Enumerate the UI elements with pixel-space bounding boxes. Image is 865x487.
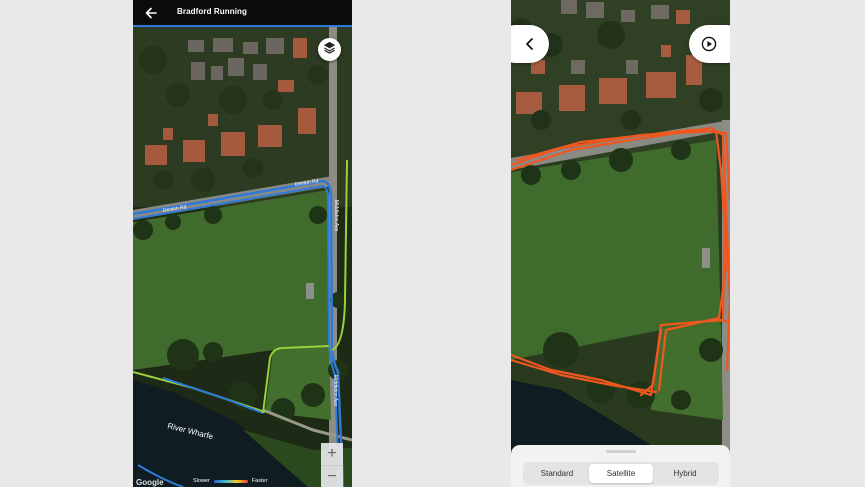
play-route-button[interactable]	[689, 25, 730, 63]
speed-gradient-bar	[213, 479, 248, 483]
map-layers-button[interactable]	[318, 38, 341, 61]
google-attribution: Google	[136, 478, 164, 487]
road-label-middleton-upper: Middleton Ave	[333, 200, 339, 232]
map-type-sheet: Standard Satellite Hybrid	[511, 445, 730, 487]
arrow-left-icon[interactable]	[142, 4, 160, 22]
app-header: Bradford Running	[133, 0, 352, 27]
map-type-hybrid[interactable]: Hybrid	[653, 464, 717, 483]
map-type-selector: Standard Satellite Hybrid	[523, 462, 719, 485]
play-circle-icon	[701, 36, 717, 52]
speed-legend: Slower Faster	[193, 475, 267, 487]
page-title: Bradford Running	[177, 7, 248, 16]
sheet-handle[interactable]	[606, 450, 636, 453]
left-screenshot: Denton Rd Denton Rd Middleton Ave Middle…	[133, 0, 352, 487]
chevron-left-icon	[523, 37, 537, 51]
legend-slower-label: Slower	[193, 478, 210, 484]
right-screenshot: Standard Satellite Hybrid	[511, 0, 730, 487]
road-label-middleton-lower: Middleton Ave	[332, 375, 338, 407]
map-type-standard[interactable]: Standard	[525, 464, 589, 483]
back-button[interactable]	[511, 25, 549, 63]
map-type-satellite[interactable]: Satellite	[589, 464, 653, 483]
satellite-map[interactable]	[511, 0, 730, 487]
zoom-in-button[interactable]: +	[321, 443, 343, 466]
legend-faster-label: Faster	[251, 478, 268, 484]
zoom-out-button[interactable]: −	[321, 466, 343, 487]
satellite-map[interactable]: Denton Rd Denton Rd Middleton Ave Middle…	[133, 0, 352, 487]
layers-icon	[323, 41, 336, 59]
